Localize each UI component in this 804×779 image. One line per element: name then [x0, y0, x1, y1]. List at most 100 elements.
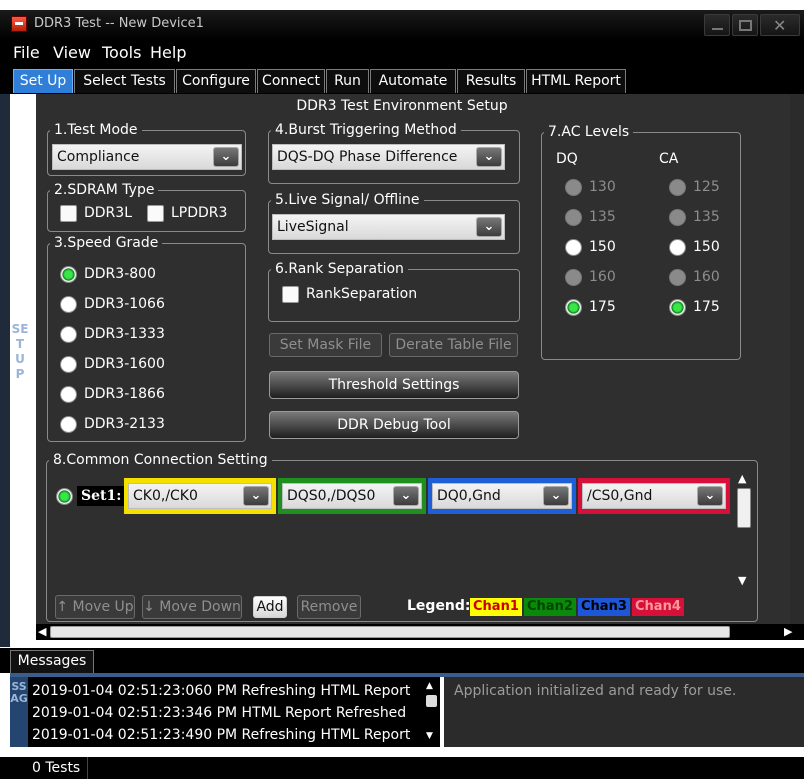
chan4-dropdown[interactable]: /CS0,Gnd ⌄ — [582, 483, 726, 509]
scroll-down-icon[interactable]: ▼ — [426, 731, 433, 741]
chevron-down-icon[interactable]: ⌄ — [697, 486, 723, 506]
menu-help[interactable]: Help — [150, 43, 186, 62]
live-signal-dropdown[interactable]: LiveSignal ⌄ — [272, 214, 505, 240]
connection-title: 8.Common Connection Setting — [49, 452, 272, 468]
dq-160-radio[interactable] — [565, 269, 582, 286]
app-icon — [11, 16, 27, 32]
speed-grade-title: 3.Speed Grade — [50, 235, 163, 251]
move-down-button[interactable]: ↓ Move Down — [142, 595, 242, 619]
dq-175-label: 175 — [589, 299, 616, 315]
chan4-value: /CS0,Gnd — [587, 488, 653, 504]
scroll-left-icon[interactable]: ◀ — [38, 625, 46, 638]
ca-125-radio[interactable] — [669, 179, 686, 196]
minimize-button[interactable] — [704, 14, 730, 36]
ca-135-radio[interactable] — [669, 209, 686, 226]
ca-160-label: 160 — [693, 269, 720, 285]
menu-tools[interactable]: Tools — [102, 43, 141, 62]
legend-chan4: Chan4 — [632, 598, 684, 616]
menu-file[interactable]: File — [13, 43, 40, 62]
scroll-up-icon[interactable]: ▲ — [738, 472, 746, 485]
ca-160-radio[interactable] — [669, 269, 686, 286]
tab-select-tests[interactable]: Select Tests — [74, 69, 175, 93]
legend-chan2: Chan2 — [524, 598, 576, 616]
dq-header: DQ — [556, 151, 578, 167]
tab-set-up[interactable]: Set Up — [13, 69, 73, 93]
ca-175-radio[interactable] — [669, 299, 686, 316]
ca-150-radio[interactable] — [669, 239, 686, 256]
setup-vertical-label: SET UP — [11, 322, 29, 381]
burst-trigger-title: 4.Burst Triggering Method — [271, 122, 461, 138]
chevron-down-icon[interactable]: ⌄ — [543, 486, 569, 506]
ddr3-1066-radio[interactable] — [60, 296, 77, 313]
chan2-dropdown[interactable]: DQS0,/DQS0 ⌄ — [282, 483, 422, 509]
ddr3-1866-label: DDR3-1866 — [84, 386, 165, 402]
vertical-scrollbar[interactable] — [790, 94, 804, 624]
ca-125-label: 125 — [693, 179, 720, 195]
ddr3-1866-radio[interactable] — [60, 386, 77, 403]
log-line: 2019-01-04 02:51:23:490 PM Refreshing HT… — [32, 727, 411, 743]
live-signal-value: LiveSignal — [277, 219, 349, 235]
status-message: Application initialized and ready for us… — [454, 683, 737, 699]
dq-150-label: 150 — [589, 239, 616, 255]
scroll-up-icon[interactable]: ▲ — [426, 681, 433, 691]
ac-levels-title: 7.AC Levels — [544, 124, 634, 140]
lpddr3-checkbox[interactable] — [147, 205, 164, 222]
ddr3-800-radio[interactable] — [60, 266, 77, 283]
tab-bar: Set Up Select Tests Configure Connect Ru… — [0, 64, 804, 94]
threshold-settings-button[interactable]: Threshold Settings — [269, 371, 519, 399]
chan1-value: CK0,/CK0 — [133, 488, 198, 504]
chan1-dropdown[interactable]: CK0,/CK0 ⌄ — [128, 483, 272, 509]
rank-separation-checkbox[interactable] — [282, 286, 299, 303]
legend-chan1: Chan1 — [470, 598, 522, 616]
dq-150-radio[interactable] — [565, 239, 582, 256]
remove-button[interactable]: Remove — [297, 595, 361, 619]
chevron-down-icon[interactable]: ⌄ — [476, 217, 502, 237]
burst-trigger-dropdown[interactable]: DQS-DQ Phase Difference ⌄ — [272, 144, 505, 170]
ddr3l-checkbox[interactable] — [60, 205, 77, 222]
close-button[interactable]: ✕ — [760, 14, 800, 36]
chevron-down-icon[interactable]: ⌄ — [393, 486, 419, 506]
dq-135-label: 135 — [589, 209, 616, 225]
menu-view[interactable]: View — [53, 43, 91, 62]
ca-150-label: 150 — [693, 239, 720, 255]
ddr3-1333-radio[interactable] — [60, 326, 77, 343]
set1-label: Set1: — [77, 486, 126, 506]
chevron-down-icon[interactable]: ⌄ — [213, 147, 239, 167]
ddr3-2133-radio[interactable] — [60, 416, 77, 433]
add-button[interactable]: Add — [253, 596, 287, 618]
tab-automate[interactable]: Automate — [370, 69, 456, 93]
dq-175-radio[interactable] — [565, 299, 582, 316]
dq-135-radio[interactable] — [565, 209, 582, 226]
chevron-down-icon[interactable]: ⌄ — [243, 486, 269, 506]
ca-175-label: 175 — [693, 299, 720, 315]
connection-scroll-thumb[interactable] — [737, 488, 751, 528]
set1-radio[interactable] — [56, 488, 73, 505]
burst-trigger-value: DQS-DQ Phase Difference — [277, 149, 458, 165]
horizontal-scroll-thumb[interactable] — [50, 626, 730, 638]
rank-separation-title: 6.Rank Separation — [271, 261, 408, 277]
log-line: 2019-01-04 02:51:23:346 PM HTML Report R… — [32, 705, 407, 721]
title-bar: DDR3 Test -- New Device1 ✕ — [0, 10, 804, 40]
scroll-down-icon[interactable]: ▼ — [738, 574, 746, 587]
derate-table-file-button[interactable]: Derate Table File — [389, 333, 518, 357]
tab-html-report[interactable]: HTML Report — [526, 69, 626, 93]
ddr-debug-tool-button[interactable]: DDR Debug Tool — [269, 411, 519, 439]
ddr3-1600-radio[interactable] — [60, 356, 77, 373]
maximize-button[interactable] — [732, 14, 758, 36]
set-mask-file-button[interactable]: Set Mask File — [269, 333, 382, 357]
move-up-button[interactable]: ↑ Move Up — [55, 595, 135, 619]
tab-run[interactable]: Run — [326, 69, 369, 93]
chan3-dropdown[interactable]: DQ0,Gnd ⌄ — [432, 483, 572, 509]
dq-130-label: 130 — [589, 179, 616, 195]
scroll-right-icon[interactable]: ▶ — [784, 625, 792, 638]
test-mode-value: Compliance — [57, 149, 140, 165]
chevron-down-icon[interactable]: ⌄ — [476, 147, 502, 167]
messages-tab[interactable]: Messages — [10, 650, 94, 673]
dq-130-radio[interactable] — [565, 179, 582, 196]
log-scroll-thumb[interactable] — [426, 695, 437, 707]
tab-configure[interactable]: Configure — [176, 69, 256, 93]
test-mode-dropdown[interactable]: Compliance ⌄ — [52, 144, 242, 170]
ddr3-1600-label: DDR3-1600 — [84, 356, 165, 372]
tab-results[interactable]: Results — [457, 69, 525, 93]
tab-connect[interactable]: Connect — [257, 69, 325, 93]
